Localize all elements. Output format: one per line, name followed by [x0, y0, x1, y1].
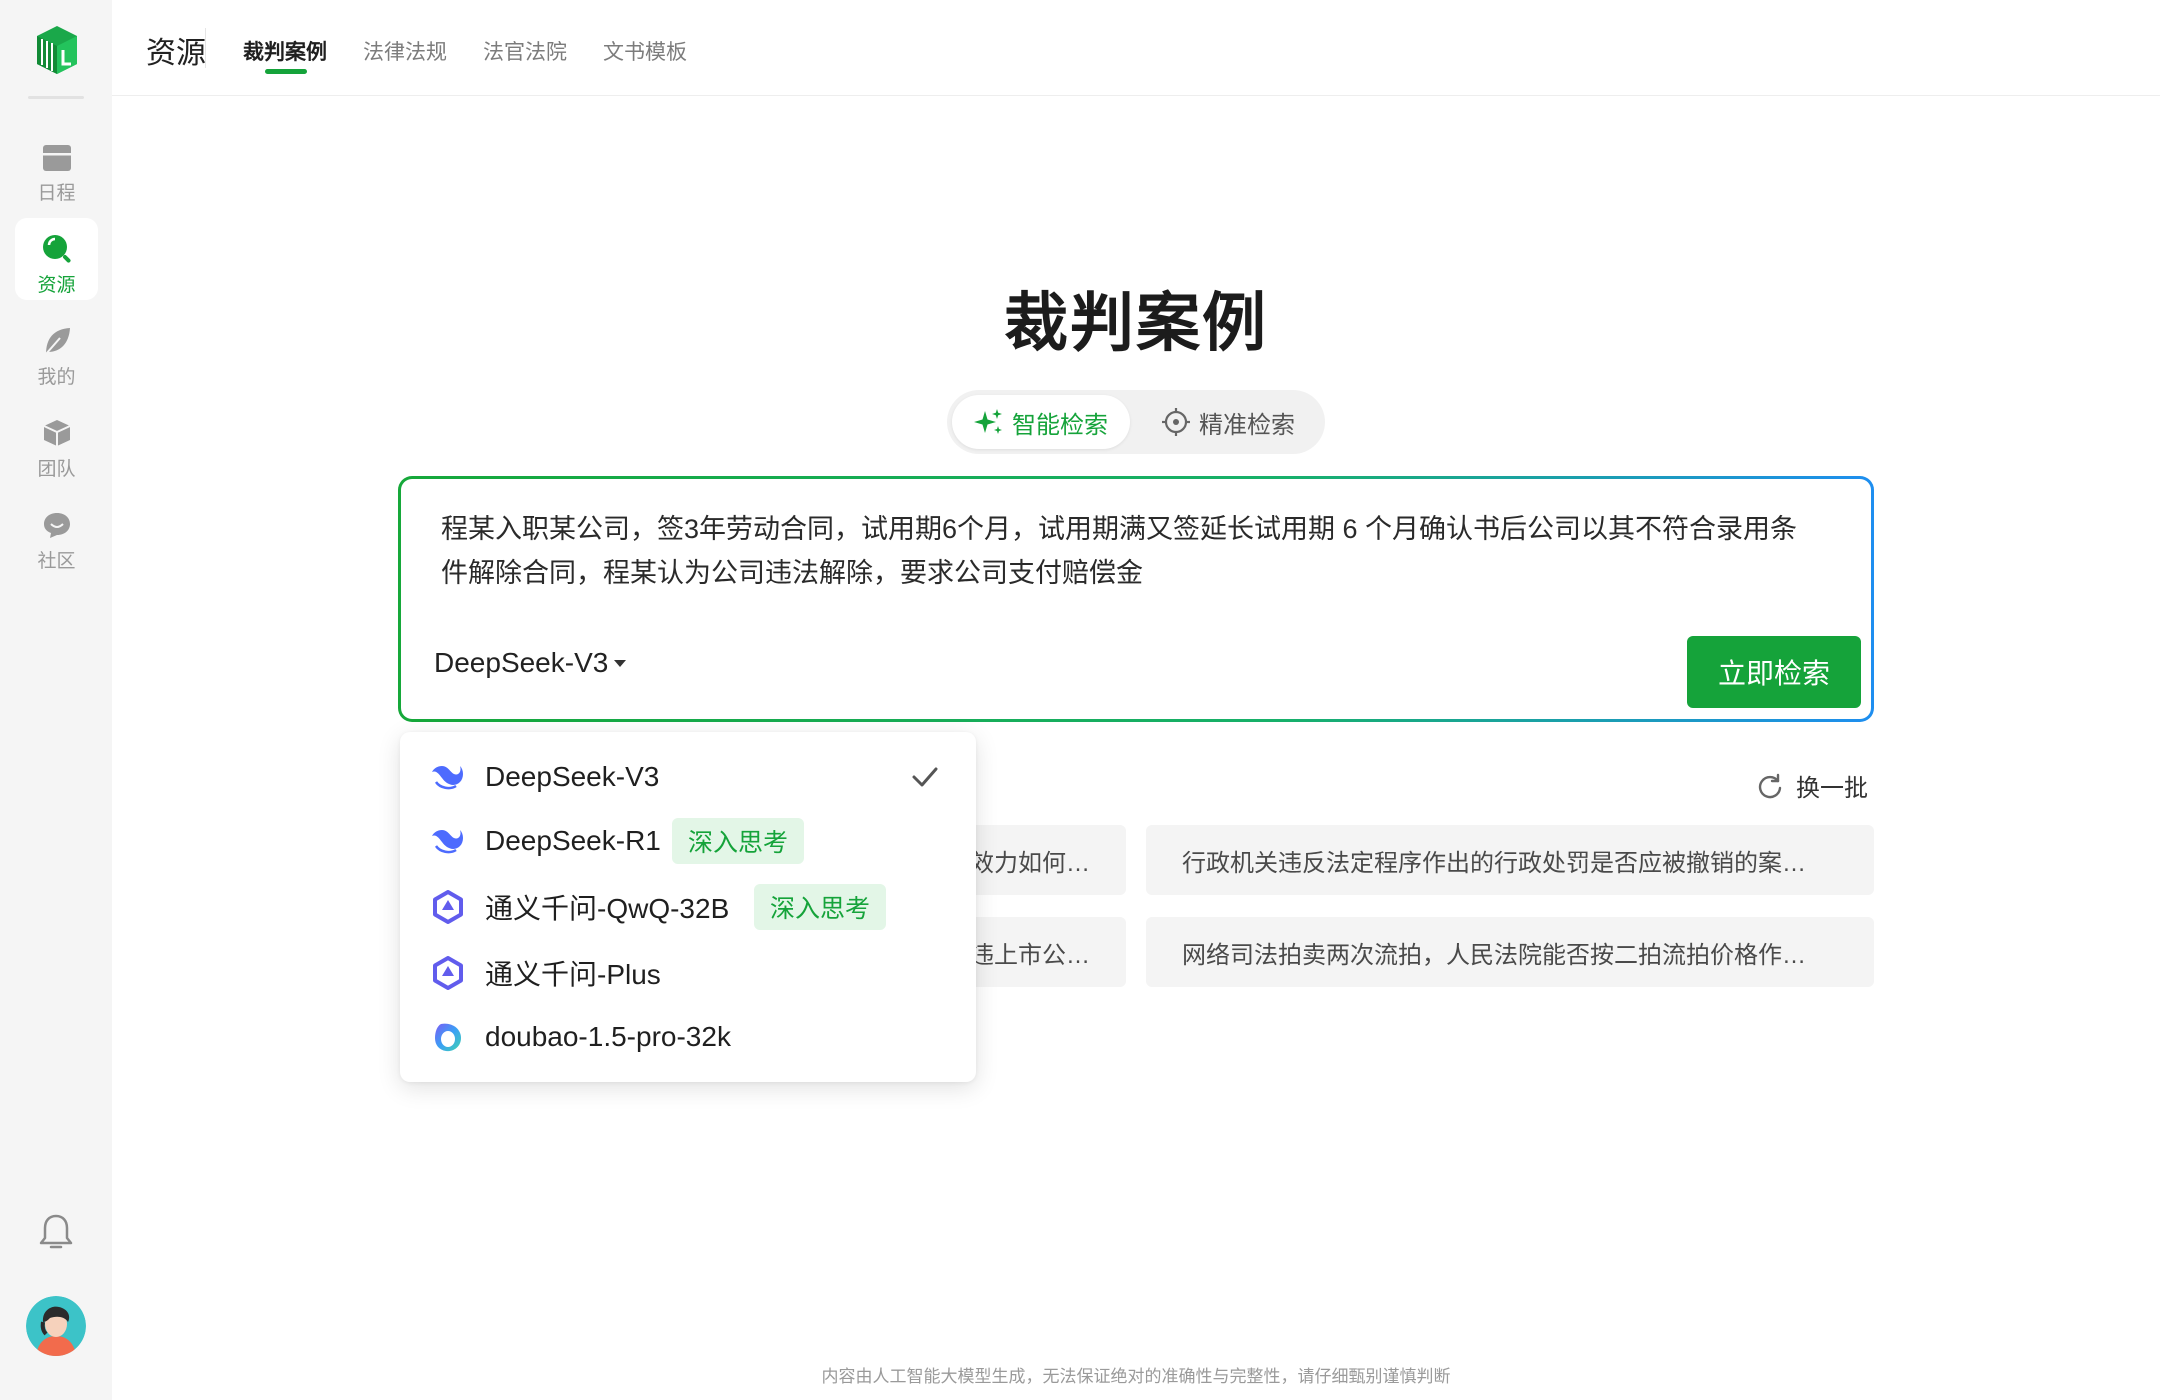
sidebar: 日程 资源 我的 团队 社区 [0, 0, 112, 1400]
search-box: 程某入职某公司，签3年劳动合同，试用期6个月，试用期满又签延长试用期 6 个月确… [398, 476, 1874, 722]
tab-cases[interactable]: 裁判案例 [243, 36, 327, 66]
model-option-qwen-plus[interactable]: 通义千问-Plus [400, 942, 976, 1004]
sidebar-item-label: 社区 [37, 551, 76, 572]
model-option-qwen-qwq-32b[interactable]: 通义千问-QwQ-32B 深入思考 [400, 876, 976, 938]
app-root: 日程 资源 我的 团队 社区 资源 裁判案例 法律法规 法官法院 文书模板 裁判… [0, 0, 2160, 1400]
sidebar-item-team[interactable]: 团队 [15, 402, 98, 484]
suggestion-chip[interactable]: 网络司法拍卖两次流拍，人民法院能否按二拍流拍价格作… [1146, 917, 1874, 987]
app-logo-icon[interactable] [31, 24, 81, 76]
model-option-label: 通义千问-QwQ-32B [485, 893, 730, 924]
tab-laws[interactable]: 法律法规 [363, 36, 447, 66]
page-section-title: 资源 [146, 37, 206, 70]
model-selector[interactable]: DeepSeek-V3 [434, 647, 628, 679]
deep-thinking-badge: 深入思考 [754, 884, 887, 930]
deepseek-icon [430, 759, 466, 795]
qwen-icon [430, 955, 466, 991]
model-option-label: doubao-1.5-pro-32k [485, 1021, 731, 1052]
sidebar-item-label: 日程 [37, 183, 76, 204]
precise-search-tab[interactable]: 精准检索 [1137, 395, 1319, 449]
sidebar-item-label: 我的 [37, 367, 76, 388]
model-option-deepseek-v3[interactable]: DeepSeek-V3 [400, 746, 976, 808]
search-icon [40, 232, 74, 266]
refresh-label: 换一批 [1796, 775, 1868, 802]
refresh-icon [1758, 773, 1782, 798]
suggestion-chip[interactable]: 行政机关违反法定程序作出的行政处罚是否应被撤销的案… [1146, 825, 1874, 895]
model-option-label: DeepSeek-R1 [485, 825, 661, 856]
sidebar-item-community[interactable]: 社区 [15, 494, 98, 576]
check-icon [912, 767, 938, 787]
tab-judges-courts[interactable]: 法官法院 [483, 36, 567, 66]
target-icon [1162, 408, 1190, 436]
qwen-icon [430, 889, 466, 925]
header-divider [205, 28, 206, 68]
calendar-icon [40, 140, 74, 174]
search-mode-switch: 智能检索 精准检索 [947, 390, 1325, 454]
deep-thinking-badge: 深入思考 [672, 818, 805, 864]
smart-search-label: 智能检索 [1012, 411, 1108, 439]
sparkle-icon [974, 409, 1002, 434]
model-option-doubao[interactable]: doubao-1.5-pro-32k [400, 1006, 976, 1068]
cube-icon [40, 416, 74, 450]
caret-down-icon [614, 660, 627, 667]
top-header: 资源 裁判案例 法律法规 法官法院 文书模板 [112, 0, 2160, 96]
deepseek-icon [430, 823, 466, 859]
tab-templates[interactable]: 文书模板 [603, 36, 687, 66]
model-option-deepseek-r1[interactable]: DeepSeek-R1 深入思考 [400, 810, 976, 872]
precise-search-label: 精准检索 [1199, 411, 1295, 439]
avatar[interactable] [26, 1296, 86, 1356]
model-option-label: DeepSeek-V3 [485, 761, 660, 792]
page-title: 裁判案例 [1004, 287, 1268, 359]
model-selector-value: DeepSeek-V3 [434, 647, 609, 678]
active-tab-indicator [265, 69, 307, 74]
sidebar-item-schedule[interactable]: 日程 [15, 126, 98, 208]
search-button[interactable]: 立即检索 [1687, 636, 1861, 708]
sidebar-divider [28, 96, 84, 99]
sidebar-item-label: 团队 [37, 459, 76, 480]
model-option-label: 通义千问-Plus [485, 959, 661, 990]
smart-search-tab[interactable]: 智能检索 [952, 395, 1130, 449]
ai-disclaimer: 内容由人工智能大模型生成，无法保证绝对的准确性与完整性，请仔细甄别谨慎判断 [821, 1367, 1451, 1386]
search-box-inner: 程某入职某公司，签3年劳动合同，试用期6个月，试用期满又签延长试用期 6 个月确… [401, 479, 1871, 719]
chat-icon [40, 508, 74, 542]
query-textarea[interactable]: 程某入职某公司，签3年劳动合同，试用期6个月，试用期满又签延长试用期 6 个月确… [441, 507, 1821, 595]
model-dropdown: DeepSeek-V3 DeepSeek-R1 深入思考 通义千问-QwQ-32… [400, 732, 976, 1082]
doubao-icon [430, 1019, 466, 1055]
refresh-suggestions-button[interactable]: 换一批 [1756, 768, 1868, 803]
bell-icon[interactable] [38, 1212, 74, 1252]
